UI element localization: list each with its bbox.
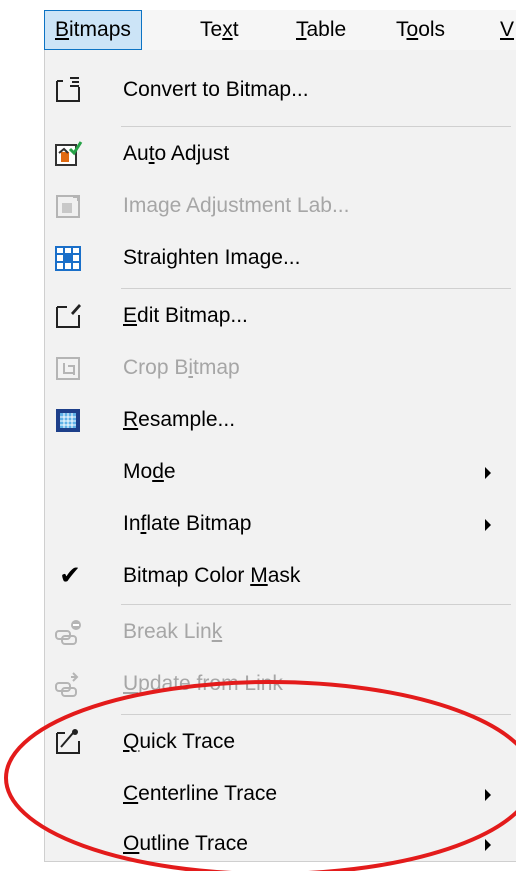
break-link-icon [53,617,83,647]
menu-item-image-adjustment-lab[interactable]: Image Adjustment Lab... [45,180,516,232]
edit-bitmap-icon [53,301,83,331]
update-from-link-icon [53,669,83,699]
menu-bitmaps[interactable]: Bitmaps [44,10,142,50]
menu-table[interactable]: Table [286,10,356,50]
resample-icon [53,405,83,435]
menu-view[interactable]: V [490,10,516,50]
menu-item-mode[interactable]: Mode [45,446,516,498]
menu-item-break-link[interactable]: Break Link [45,606,516,658]
menu-item-convert-to-bitmap[interactable]: Convert to Bitmap... [45,64,516,116]
menu-item-crop-bitmap[interactable]: Crop Bitmap [45,342,516,394]
menu-item-quick-trace[interactable]: Quick Trace [45,716,516,768]
menu-item-auto-adjust[interactable]: Auto Adjust [45,128,516,180]
menu-separator [121,714,511,715]
menu-separator [121,604,511,605]
menu-item-centerline-trace[interactable]: Centerline Trace [45,768,516,820]
auto-adjust-icon [53,139,83,169]
submenu-arrow-icon [485,839,491,851]
menu-item-straighten-image[interactable]: Straighten Image... [45,232,516,284]
menu-item-bitmap-color-mask[interactable]: ✔ Bitmap Color Mask [45,550,516,602]
quick-trace-icon [53,727,83,757]
menu-separator [121,288,511,289]
checkmark-icon: ✔ [59,560,81,590]
menu-item-inflate-bitmap[interactable]: Inflate Bitmap [45,498,516,550]
menu-text[interactable]: Text [190,10,249,50]
menu-item-edit-bitmap[interactable]: Edit Bitmap... [45,290,516,342]
submenu-arrow-icon [485,789,491,801]
menu-item-resample[interactable]: Resample... [45,394,516,446]
crop-bitmap-icon [53,353,83,383]
submenu-arrow-icon [485,519,491,531]
menu-tools[interactable]: Tools [386,10,455,50]
menu-item-outline-trace[interactable]: Outline Trace [45,818,516,870]
image-adjustment-lab-icon [53,191,83,221]
menu-separator [121,126,511,127]
convert-to-bitmap-icon [53,75,83,105]
menu-bar: Bitmaps Text Table Tools V [44,10,516,51]
straighten-image-icon [53,243,83,273]
bitmaps-dropdown-menu: Convert to Bitmap... Auto Adjust Image A… [44,50,516,862]
submenu-arrow-icon [485,467,491,479]
menu-item-update-from-link[interactable]: Update from Link [45,658,516,710]
